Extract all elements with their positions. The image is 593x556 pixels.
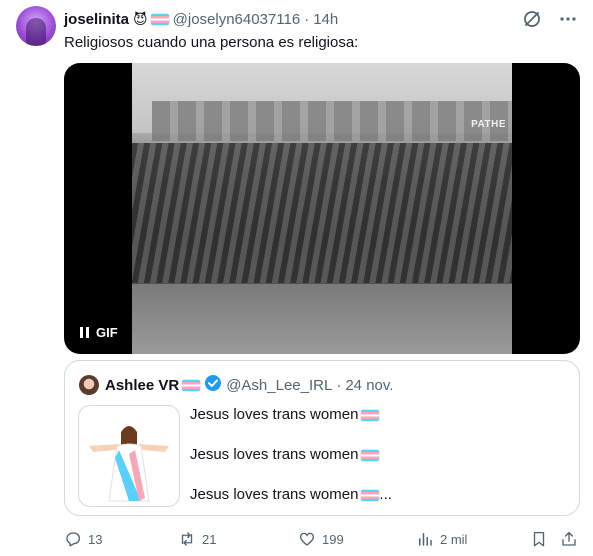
quoted-tweet[interactable]: Ashlee VR @Ash_Lee_IRL · 24 nov. Jesus l… [64, 360, 580, 516]
quote-line: Jesus loves trans women [190, 405, 392, 425]
gif-badge: GIF [96, 325, 118, 340]
author-avatar[interactable] [16, 6, 56, 46]
quote-text: Jesus loves trans women Jesus loves tran… [190, 405, 392, 525]
reply-button[interactable]: 13 [64, 530, 102, 548]
tweet-time[interactable]: 14h [313, 11, 338, 28]
quote-line-text: Jesus loves trans women [190, 446, 359, 463]
tweet-actions: 13 21 199 2 mil [64, 528, 580, 550]
tweet-text: Religiosos cuando una persona es religio… [64, 34, 359, 51]
gif-marching-troops [132, 143, 512, 283]
trans-flag-icon [361, 449, 380, 461]
reply-count: 13 [88, 531, 103, 547]
gif-buildings [152, 101, 512, 141]
share-icon [562, 531, 576, 546]
quote-line: Jesus loves trans women ... [190, 485, 392, 505]
gif-frame: PATHE [132, 63, 512, 354]
quote-avatar [79, 375, 99, 395]
trans-flag-icon [361, 489, 380, 501]
repost-icon [181, 532, 193, 546]
repost-count: 21 [202, 531, 217, 547]
repost-button[interactable]: 21 [178, 530, 216, 548]
views-button[interactable]: 2 mil [416, 530, 467, 548]
bookmark-button[interactable] [530, 530, 548, 548]
tweet-top-actions [521, 8, 579, 30]
more-icon[interactable] [557, 8, 579, 30]
grok-icon[interactable] [521, 8, 543, 30]
bookmark-icon [533, 531, 545, 547]
quote-date: 24 nov. [345, 376, 394, 394]
trans-flag-icon [182, 379, 201, 391]
gif-ground [132, 284, 512, 354]
pause-icon[interactable] [80, 327, 90, 338]
devil-emoji: 😈 [133, 10, 148, 27]
gif-controls: GIF [80, 325, 118, 340]
verified-icon [204, 374, 222, 396]
views-icon [419, 533, 432, 546]
trans-flag-icon [150, 13, 169, 25]
separator-dot: · [304, 10, 310, 28]
quote-handle: @Ash_Lee_IRL [226, 376, 333, 394]
quote-line-text: Jesus loves trans women [190, 406, 359, 423]
like-count: 199 [322, 531, 344, 547]
author-handle[interactable]: @joselyn64037116 [173, 11, 301, 28]
quote-line-text: Jesus loves trans women [190, 486, 359, 503]
quote-ellipsis: ... [379, 486, 392, 503]
views-count: 2 mil [440, 531, 468, 547]
quote-line: Jesus loves trans women [190, 445, 392, 465]
gif-watermark: PATHE [471, 119, 506, 130]
reply-icon [66, 532, 81, 547]
gif-media[interactable]: PATHE GIF [64, 63, 580, 354]
tweet-header: joselinita 😈 @joselyn64037116 · 14h [64, 9, 338, 29]
separator-dot: · [336, 376, 342, 394]
quote-display-name: Ashlee VR [105, 376, 180, 394]
quote-header: Ashlee VR @Ash_Lee_IRL · 24 nov. [79, 374, 393, 396]
quote-thumbnail [78, 405, 180, 507]
trans-flag-icon [361, 409, 380, 421]
author-display-name[interactable]: joselinita [64, 11, 129, 28]
like-icon [299, 532, 315, 546]
share-button[interactable] [560, 530, 578, 548]
like-button[interactable]: 199 [298, 530, 344, 548]
